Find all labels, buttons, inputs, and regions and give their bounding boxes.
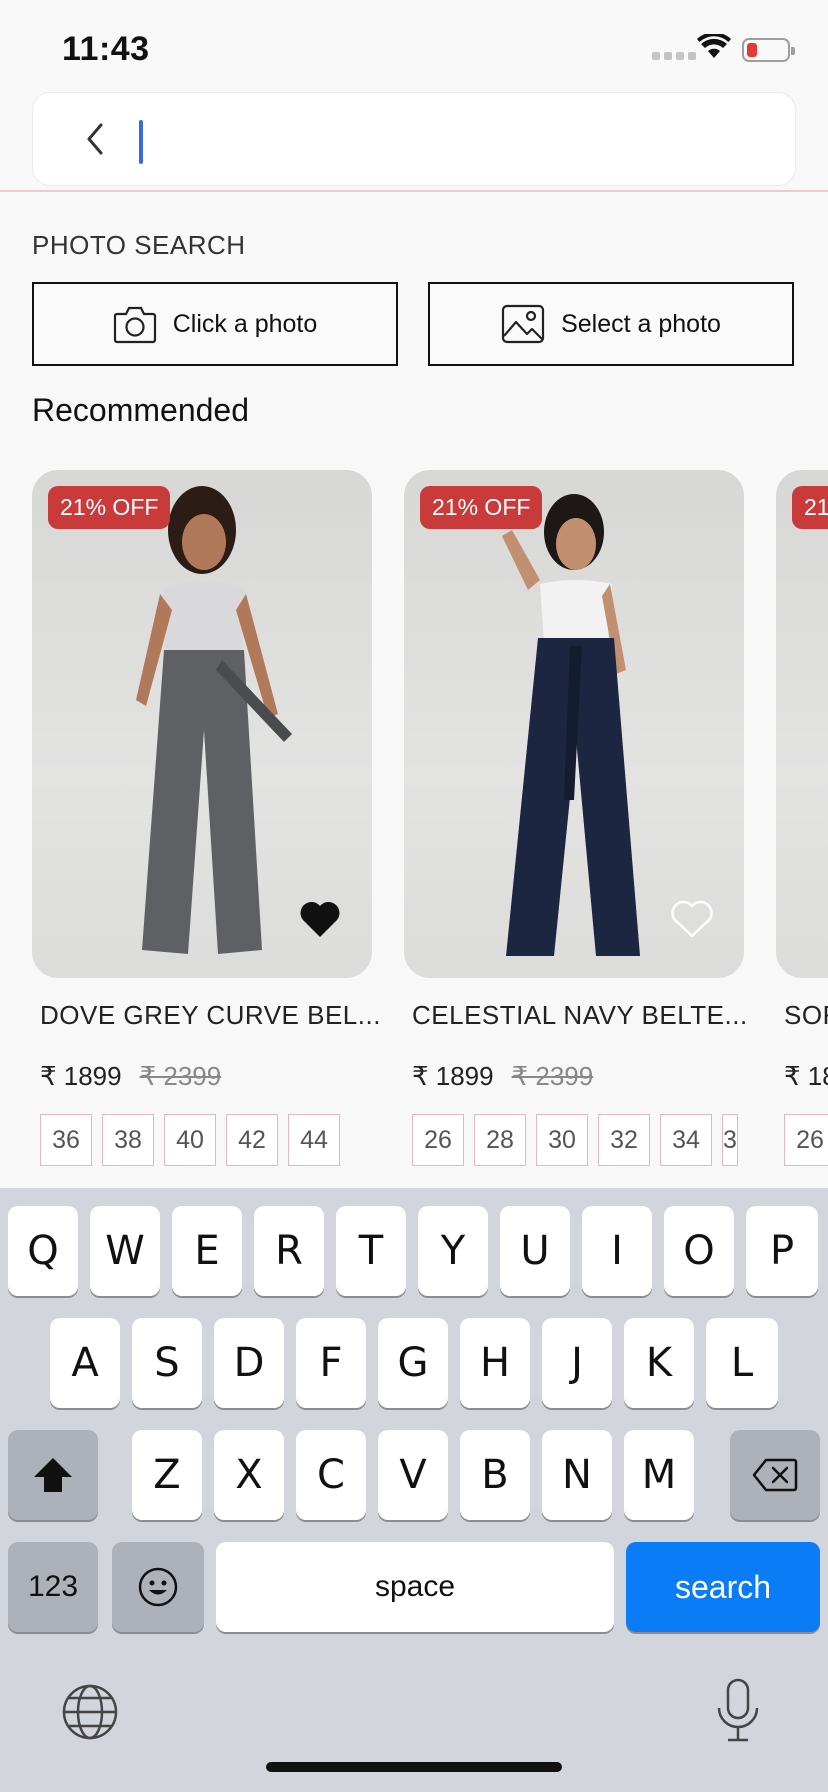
key-i[interactable]: I: [582, 1206, 652, 1296]
status-time: 11:43: [62, 30, 150, 68]
backspace-icon: [752, 1458, 798, 1492]
cellular-signal-icon: [652, 52, 696, 60]
header-divider: [0, 190, 828, 192]
size-chip[interactable]: 36: [40, 1114, 92, 1166]
key-x[interactable]: X: [214, 1430, 284, 1520]
size-chip[interactable]: 32: [598, 1114, 650, 1166]
key-e[interactable]: E: [172, 1206, 242, 1296]
click-photo-button[interactable]: Click a photo: [32, 282, 398, 366]
globe-icon: [62, 1684, 118, 1740]
size-chip[interactable]: 28: [474, 1114, 526, 1166]
key-d[interactable]: D: [214, 1318, 284, 1408]
battery-icon: [742, 38, 795, 62]
size-chip[interactable]: 42: [226, 1114, 278, 1166]
key-n[interactable]: N: [542, 1430, 612, 1520]
key-q[interactable]: Q: [8, 1206, 78, 1296]
microphone-icon: [717, 1678, 759, 1742]
keyboard: Q W E R T Y U I O P A S D F G H J K L Z …: [0, 1188, 828, 1792]
search-key[interactable]: search: [626, 1542, 820, 1632]
heart-outline-icon: [671, 900, 713, 938]
emoji-key[interactable]: [112, 1542, 204, 1632]
product-card[interactable]: 21 SOF ₹ 18 26: [776, 470, 828, 1166]
product-image[interactable]: 21% OFF: [32, 470, 372, 978]
product-mrp: ₹ 2399: [139, 1061, 222, 1091]
product-name[interactable]: SOF: [784, 1000, 828, 1031]
click-photo-label: Click a photo: [172, 309, 318, 338]
wishlist-button[interactable]: [670, 899, 714, 944]
chevron-left-icon: [87, 123, 103, 155]
product-image[interactable]: 21% OFF: [404, 470, 744, 978]
key-f[interactable]: F: [296, 1318, 366, 1408]
discount-badge: 21% OFF: [48, 486, 171, 529]
key-a[interactable]: A: [50, 1318, 120, 1408]
globe-button[interactable]: [60, 1682, 120, 1747]
size-chip[interactable]: 26: [784, 1114, 828, 1166]
backspace-key[interactable]: [730, 1430, 820, 1520]
discount-badge: 21: [792, 486, 828, 529]
key-z[interactable]: Z: [132, 1430, 202, 1520]
key-g[interactable]: G: [378, 1318, 448, 1408]
key-b[interactable]: B: [460, 1430, 530, 1520]
product-price: ₹ 18: [784, 1061, 828, 1091]
home-indicator: [266, 1762, 562, 1772]
product-price: ₹ 1899: [40, 1061, 122, 1091]
key-k[interactable]: K: [624, 1318, 694, 1408]
size-chip[interactable]: 3: [722, 1114, 738, 1166]
key-j[interactable]: J: [542, 1318, 612, 1408]
shift-icon: [34, 1458, 72, 1492]
size-chip[interactable]: 34: [660, 1114, 712, 1166]
size-chip[interactable]: 40: [164, 1114, 216, 1166]
key-u[interactable]: U: [500, 1206, 570, 1296]
product-image[interactable]: 21: [776, 470, 828, 978]
camera-icon: [113, 306, 156, 344]
key-v[interactable]: V: [378, 1430, 448, 1520]
key-y[interactable]: Y: [418, 1206, 488, 1296]
product-name[interactable]: CELESTIAL NAVY BELTE...: [412, 1000, 747, 1031]
space-key[interactable]: space: [216, 1542, 614, 1632]
key-h[interactable]: H: [460, 1318, 530, 1408]
text-cursor: [139, 120, 143, 164]
product-card[interactable]: 21% OFF DOVE GREY CURVE BEL... ₹ 1899 ₹ …: [32, 470, 380, 1166]
status-bar: 11:43: [0, 0, 828, 96]
back-button[interactable]: [73, 117, 117, 161]
product-name[interactable]: DOVE GREY CURVE BEL...: [40, 1000, 380, 1031]
key-o[interactable]: O: [664, 1206, 734, 1296]
key-r[interactable]: R: [254, 1206, 324, 1296]
heart-filled-icon: [300, 901, 340, 937]
size-list: 36 38 40 42 44: [40, 1114, 372, 1166]
numbers-key[interactable]: 123: [8, 1542, 98, 1632]
size-chip[interactable]: 38: [102, 1114, 154, 1166]
key-p[interactable]: P: [746, 1206, 818, 1296]
recommended-title: Recommended: [32, 392, 249, 428]
size-list: 26 28 30 32 34 3: [412, 1114, 742, 1166]
wishlist-button[interactable]: [298, 899, 342, 944]
wifi-icon: [697, 32, 731, 65]
size-chip[interactable]: 26: [412, 1114, 464, 1166]
size-chip[interactable]: 30: [536, 1114, 588, 1166]
key-t[interactable]: T: [336, 1206, 406, 1296]
size-list: 26: [784, 1114, 828, 1166]
shift-key[interactable]: [8, 1430, 98, 1520]
emoji-icon: [138, 1567, 178, 1607]
key-c[interactable]: C: [296, 1430, 366, 1520]
size-chip[interactable]: 44: [288, 1114, 340, 1166]
photo-search-label: PHOTO SEARCH: [32, 230, 246, 260]
dictation-button[interactable]: [714, 1678, 762, 1749]
product-mrp: ₹ 2399: [511, 1061, 594, 1091]
select-photo-button[interactable]: Select a photo: [428, 282, 794, 366]
key-w[interactable]: W: [90, 1206, 160, 1296]
product-card[interactable]: 21% OFF CELESTIAL NAVY BELTE... ₹ 1899 ₹…: [404, 470, 747, 1166]
key-m[interactable]: M: [624, 1430, 694, 1520]
search-bar: [32, 92, 796, 186]
select-photo-label: Select a photo: [561, 309, 721, 338]
key-l[interactable]: L: [706, 1318, 778, 1408]
image-icon: [501, 304, 545, 344]
product-price: ₹ 1899: [412, 1061, 494, 1091]
product-carousel[interactable]: 21% OFF DOVE GREY CURVE BEL... ₹ 1899 ₹ …: [0, 470, 828, 1170]
key-s[interactable]: S: [132, 1318, 202, 1408]
search-input[interactable]: [151, 113, 751, 167]
discount-badge: 21% OFF: [420, 486, 543, 529]
